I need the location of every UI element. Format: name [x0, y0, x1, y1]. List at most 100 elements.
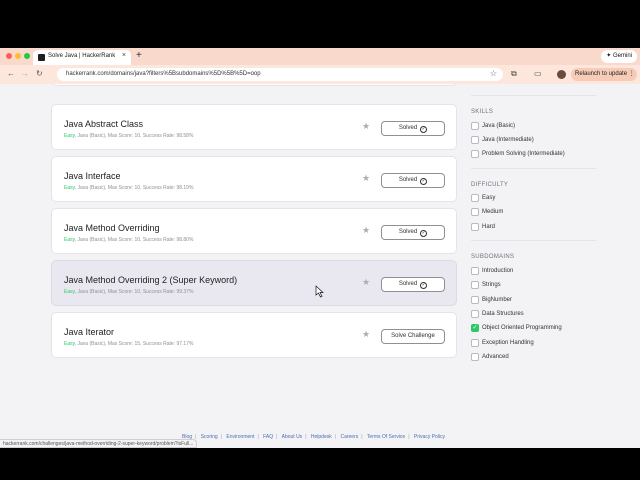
tab-title: Solve Java | HackerRank — [48, 53, 116, 59]
checkbox[interactable] — [471, 194, 479, 202]
button-label: Solved — [398, 281, 418, 287]
footer-link-faq[interactable]: FAQ — [263, 434, 273, 440]
footer-link-privacy[interactable]: Privacy Policy — [414, 434, 445, 440]
challenge-title[interactable]: Java Iterator — [64, 327, 114, 337]
relaunch-label: Relaunch to update — [575, 71, 628, 77]
filter-label: Introduction — [482, 268, 514, 274]
address-bar[interactable]: hackerrank.com/domains/java?filters%5Bsu… — [57, 68, 503, 81]
checkbox[interactable] — [471, 353, 479, 361]
gemini-button[interactable]: ✦ Gemini — [601, 50, 637, 63]
bookmark-star-icon[interactable]: ★ — [362, 173, 370, 184]
reload-icon[interactable]: ↻ — [36, 68, 43, 80]
filter-label: Medium — [482, 209, 504, 215]
skills-heading: SKILLS — [471, 109, 494, 115]
challenge-title[interactable]: Java Method Overriding — [64, 223, 160, 233]
close-window-icon[interactable] — [6, 53, 12, 59]
footer-link-environment[interactable]: Environment — [226, 434, 254, 440]
challenge-title[interactable]: Java Method Overriding 2 (Super Keyword) — [64, 275, 237, 285]
bookmark-star-icon[interactable]: ★ — [362, 121, 370, 132]
footer-link-careers[interactable]: Careers — [340, 434, 358, 440]
tab-solve-java[interactable]: Solve Java | HackerRank × — [33, 50, 131, 65]
filter-label: Java (Intermediate) — [482, 137, 534, 143]
challenge-meta: Easy, Java (Basic), Max Score: 10, Succe… — [64, 289, 193, 295]
check-circle-icon: ✓ — [420, 230, 428, 237]
filter-label: BigNumber — [482, 297, 513, 303]
filter-label: Problem Solving (Intermediate) — [482, 151, 565, 157]
challenge-meta: Easy, Java (Basic), Max Score: 10, Succe… — [64, 133, 193, 139]
new-tab-button[interactable]: + — [136, 50, 142, 62]
challenge-card-partial — [51, 84, 457, 86]
challenge-card[interactable]: Java Abstract Class Easy, Java (Basic), … — [51, 104, 457, 150]
status-url-preview: hackerrank.com/challenges/java-method-ov… — [0, 439, 198, 448]
checkbox[interactable] — [471, 296, 479, 304]
footer-link-scoring[interactable]: Scoring — [201, 434, 218, 440]
filter-label: Exception Handling — [482, 340, 534, 346]
divider — [471, 240, 596, 241]
footer-links: Blog | Scoring | Environment | FAQ | About U… — [182, 434, 446, 440]
button-label: Solved — [398, 229, 418, 235]
checkbox[interactable] — [471, 122, 479, 130]
meta-text: , Java (Basic), Max Score: 10, Success R… — [74, 185, 194, 191]
footer-link-helpdesk[interactable]: Helpdesk — [311, 434, 332, 440]
solved-button[interactable]: Solved ✓ — [381, 121, 445, 136]
solved-button[interactable]: Solved ✓ — [381, 173, 445, 188]
relaunch-button[interactable]: Relaunch to update ⋮ — [571, 68, 637, 81]
check-circle-icon: ✓ — [420, 126, 428, 133]
tab-close-icon[interactable]: × — [122, 52, 126, 59]
cast-icon[interactable]: ▭ — [534, 68, 542, 80]
mouse-pointer-icon — [315, 285, 324, 298]
footer-link-terms[interactable]: Terms Of Service — [367, 434, 405, 440]
bookmark-star-icon[interactable]: ★ — [362, 277, 370, 288]
checkbox[interactable] — [471, 136, 479, 144]
back-icon[interactable]: ← — [7, 68, 15, 80]
divider — [471, 168, 596, 169]
difficulty-label: Easy — [64, 289, 75, 295]
solved-button[interactable]: Solved ✓ — [381, 225, 445, 240]
checkbox-checked[interactable]: ✓ — [471, 324, 479, 332]
tab-strip: Solve Java | HackerRank × + ✦ Gemini — [0, 48, 640, 65]
challenge-meta: Easy, Java (Basic), Max Score: 10, Succe… — [64, 237, 193, 243]
difficulty-label: Easy — [64, 133, 75, 139]
challenge-meta: Easy, Java (Basic), Max Score: 10, Succe… — [64, 185, 193, 191]
challenge-title[interactable]: Java Abstract Class — [64, 119, 143, 129]
challenge-card[interactable]: Java Method Overriding 2 (Super Keyword)… — [51, 260, 457, 306]
filter-label: Hard — [482, 224, 496, 230]
minimize-window-icon[interactable] — [15, 53, 21, 59]
bookmark-star-icon[interactable]: ★ — [362, 225, 370, 236]
checkbox[interactable] — [471, 281, 479, 289]
solved-button[interactable]: Solved ✓ — [381, 277, 445, 292]
check-circle-icon: ✓ — [420, 282, 428, 289]
button-label: Solved — [398, 125, 418, 131]
browser-window: Solve Java | HackerRank × + ✦ Gemini ← →… — [0, 48, 640, 448]
difficulty-label: Easy — [64, 341, 75, 347]
meta-text: , Java (Basic), Max Score: 10, Success R… — [74, 289, 194, 295]
checkbox[interactable] — [471, 223, 479, 231]
checkbox[interactable] — [471, 267, 479, 275]
bookmark-star-icon[interactable]: ☆ — [490, 69, 497, 78]
solve-challenge-button[interactable]: Solve Challenge — [381, 329, 445, 344]
check-circle-icon: ✓ — [420, 178, 428, 185]
filter-label: Data Structures — [482, 311, 524, 317]
challenge-card[interactable]: Java Method Overriding Easy, Java (Basic… — [51, 208, 457, 254]
forward-icon[interactable]: → — [21, 68, 29, 80]
challenge-meta: Easy, Java (Basic), Max Score: 15, Succe… — [64, 341, 193, 347]
extensions-icon[interactable]: ⧉ — [511, 68, 517, 80]
footer-link-about-us[interactable]: About Us — [282, 434, 303, 440]
checkbox[interactable] — [471, 339, 479, 347]
difficulty-heading: DIFFICULTY — [471, 182, 509, 188]
checkbox[interactable] — [471, 208, 479, 216]
maximize-window-icon[interactable] — [24, 53, 30, 59]
challenge-title[interactable]: Java Interface — [64, 171, 121, 181]
checkbox[interactable] — [471, 150, 479, 158]
challenge-card[interactable]: Java Iterator Easy, Java (Basic), Max Sc… — [51, 312, 457, 358]
subdomains-heading: SUBDOMAINS — [471, 254, 515, 260]
browser-toolbar: ← → ↻ hackerrank.com/domains/java?filter… — [0, 65, 640, 84]
challenge-card[interactable]: Java Interface Easy, Java (Basic), Max S… — [51, 156, 457, 202]
profile-avatar[interactable] — [557, 70, 566, 79]
filter-label: Strings — [482, 282, 501, 288]
url-text: hackerrank.com/domains/java?filters%5Bsu… — [66, 71, 261, 77]
filter-label: Easy — [482, 195, 496, 201]
checkbox[interactable] — [471, 310, 479, 318]
divider — [471, 95, 596, 96]
bookmark-star-icon[interactable]: ★ — [362, 329, 370, 340]
